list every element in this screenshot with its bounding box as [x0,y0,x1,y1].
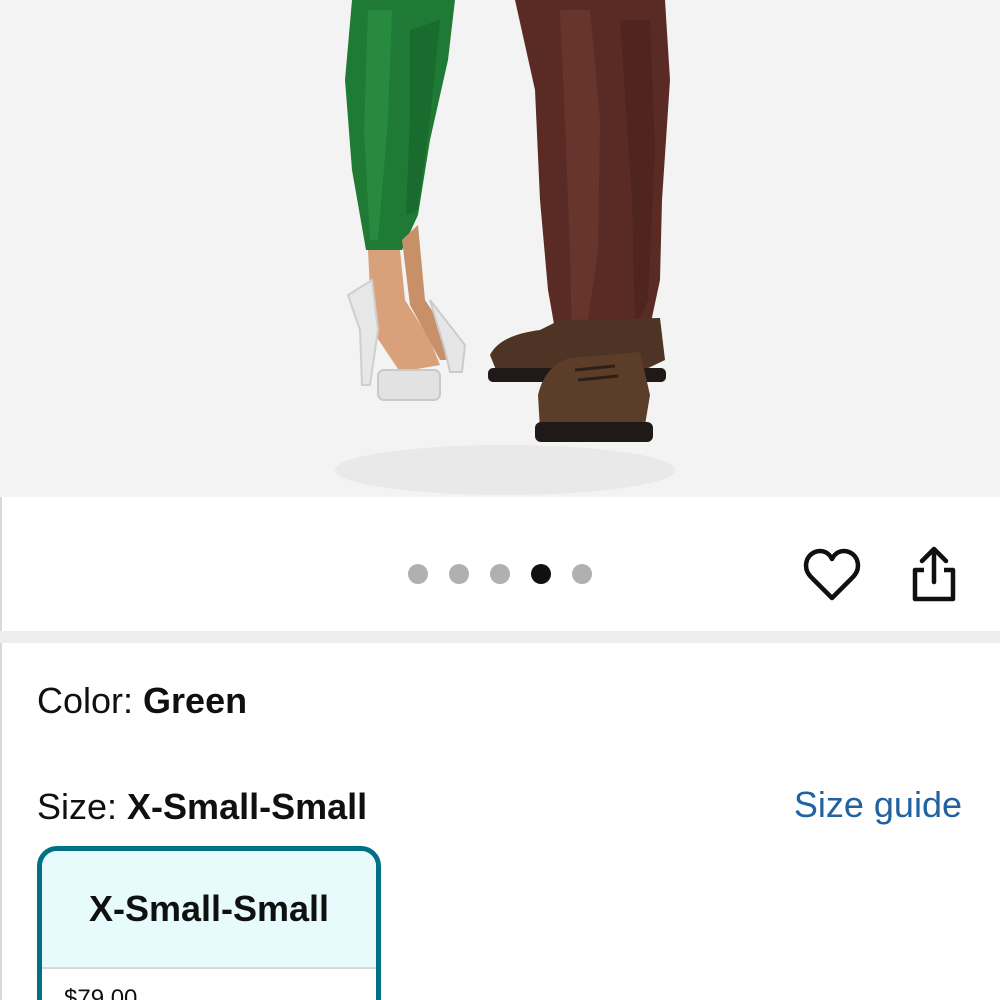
left-border [0,497,2,1000]
size-option-label: X-Small-Small [42,851,376,969]
size-guide-link[interactable]: Size guide [794,782,962,828]
color-value: Green [143,680,248,721]
share-icon[interactable] [907,544,961,604]
carousel-dot[interactable] [408,564,428,584]
carousel-dot-active[interactable] [531,564,551,584]
color-selection: Color: Green [37,678,247,724]
carousel-dot[interactable] [449,564,469,584]
section-divider [0,631,1000,643]
heart-icon[interactable] [803,546,861,604]
product-photo-illustration [335,0,675,495]
size-label: Size: [37,786,128,827]
carousel-dot[interactable] [490,564,510,584]
size-option-price: $79.00 [64,985,138,1000]
product-image[interactable] [0,0,1000,497]
size-option-tile[interactable]: X-Small-Small $79.00 [37,846,381,1000]
carousel-dots [408,564,592,584]
size-selection: Size: X-Small-Small [37,784,367,830]
product-page: Color: Green Size: X-Small-Small Size gu… [0,0,1000,1000]
color-label: Color: [37,680,144,721]
carousel-dot[interactable] [572,564,592,584]
size-value: X-Small-Small [127,786,368,827]
